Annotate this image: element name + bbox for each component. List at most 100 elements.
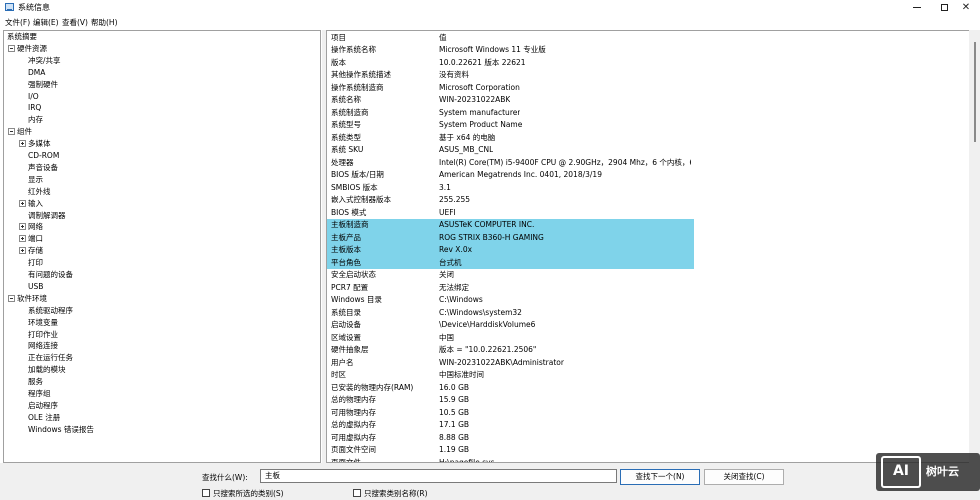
menu-file[interactable]: 文件(F) xyxy=(5,17,30,28)
tree-item-label: 软件环境 xyxy=(17,293,47,303)
item-cell: 系统制造商 xyxy=(331,107,369,117)
find-input[interactable]: 主板 xyxy=(260,469,617,483)
value-cell: 中国标准时间 xyxy=(439,370,484,379)
table-row[interactable]: 系统类型 基于 x64 的电脑 xyxy=(327,132,980,145)
close-find-button[interactable]: 关闭查找(C) xyxy=(704,469,784,485)
table-row[interactable]: 操作系统制造商 Microsoft Corporation xyxy=(327,82,980,95)
table-row[interactable]: 安全启动状态 关闭 xyxy=(327,269,980,282)
expand-icon[interactable] xyxy=(19,247,26,255)
expand-icon[interactable] xyxy=(19,140,26,148)
value-cell: 15.9 GB xyxy=(439,395,470,404)
item-cell: 主板版本 xyxy=(331,245,361,254)
table-row[interactable]: 可用物理内存 10.5 GB xyxy=(327,407,980,420)
value-cell: \Device\HarddiskVolume6 xyxy=(439,320,536,329)
table-row[interactable]: 总的虚拟内存 17.1 GB xyxy=(327,419,980,432)
table-row[interactable]: 系统型号 System Product Name xyxy=(327,119,980,132)
search-names-checkbox[interactable] xyxy=(353,489,361,497)
item-cell: 硬件抽象层 xyxy=(331,345,369,354)
value-cell: American Megatrends Inc. 0401, 2018/3/19 xyxy=(439,170,602,179)
table-row[interactable]: 总的物理内存 15.9 GB xyxy=(327,394,980,407)
tree-item-label: 组件 xyxy=(17,127,32,137)
item-cell: 系统型号 xyxy=(331,120,361,129)
column-header-value[interactable]: 值 xyxy=(439,32,447,44)
table-row[interactable]: 操作系统名称 Microsoft Windows 11 专业版 xyxy=(327,44,980,57)
close-button[interactable]: ✕ xyxy=(952,0,980,15)
tree-item-label: 调制解调器 xyxy=(28,210,66,220)
tree-item-label: 系统驱动程序 xyxy=(28,305,73,315)
table-row[interactable]: 主板产品 ROG STRIX B360-H GAMING xyxy=(327,231,980,244)
table-row[interactable]: 硬件抽象层 版本 = "10.0.22621.2506" xyxy=(327,344,980,357)
value-cell: 基于 x64 的电脑 xyxy=(439,132,496,142)
table-row[interactable]: 版本 10.0.22621 版本 22621 xyxy=(327,57,980,70)
value-cell: 10.5 GB xyxy=(439,407,470,417)
value-cell: 无法绑定 xyxy=(439,282,469,292)
table-row[interactable]: 系统名称 WIN-20231022ABK xyxy=(327,94,980,107)
value-cell: 17.1 GB xyxy=(439,420,470,429)
search-selected-label: 只搜索所选的类别(S) xyxy=(213,489,284,498)
table-row[interactable]: BIOS 模式 UEFI xyxy=(327,207,980,220)
table-row[interactable]: 主板版本 Rev X.0x xyxy=(327,244,980,257)
table-row[interactable]: 系统目录 C:\Windows\system32 xyxy=(327,307,980,320)
item-cell: Windows 目录 xyxy=(331,295,382,304)
title-bar: 系统信息 ✕ xyxy=(0,0,980,15)
collapse-icon[interactable] xyxy=(8,128,15,136)
menu-help[interactable]: 帮助(H) xyxy=(91,17,118,28)
item-cell: 系统类型 xyxy=(331,132,361,142)
table-row[interactable]: 平台角色 台式机 xyxy=(327,256,980,269)
value-cell: 中国 xyxy=(439,332,454,342)
tree-item-label: 打印作业 xyxy=(28,329,58,339)
details-table[interactable]: 项目 值 操作系统名称 Microsoft Windows 11 专业版版本 10.… xyxy=(326,30,980,463)
tree-item-label: IRQ xyxy=(28,103,42,113)
value-cell: WIN-20231022ABK\Administrator xyxy=(439,357,564,367)
close-icon: ✕ xyxy=(961,1,971,13)
table-row[interactable]: 区域设置 中国 xyxy=(327,332,980,345)
table-row[interactable]: SMBIOS 版本 3.1 xyxy=(327,182,980,195)
value-cell: System manufacturer xyxy=(439,107,521,117)
tree-item-label: 服务 xyxy=(28,377,43,387)
table-row[interactable]: 可用虚拟内存 8.88 GB xyxy=(327,432,980,445)
category-tree[interactable]: 系统摘要 硬件资源 冲突/共享 DMA 强制硬件 I/O IRQ 内存 组件 多媒体 CD-ROM 声… xyxy=(3,30,321,463)
tree-item-label: 冲突/共享 xyxy=(28,55,61,65)
table-row[interactable]: 时区 中国标准时间 xyxy=(327,369,980,382)
tree-item-label: CD-ROM xyxy=(28,151,60,160)
collapse-icon[interactable] xyxy=(8,44,15,52)
item-cell: 操作系统名称 xyxy=(331,45,376,54)
expand-icon[interactable] xyxy=(19,199,26,207)
item-cell: SMBIOS 版本 xyxy=(331,182,378,192)
column-header-item[interactable]: 项目 xyxy=(331,32,346,44)
table-row[interactable]: PCR7 配置 无法绑定 xyxy=(327,282,980,295)
table-row[interactable]: 系统制造商 System manufacturer xyxy=(327,107,980,120)
row-highlight xyxy=(327,256,694,269)
item-cell: 平台角色 xyxy=(331,257,361,267)
table-row[interactable]: 用户名 WIN-20231022ABK\Administrator xyxy=(327,357,980,370)
value-cell: Microsoft Windows 11 专业版 xyxy=(439,45,546,54)
menu-view[interactable]: 查看(V) xyxy=(62,17,88,28)
table-row[interactable]: BIOS 版本/日期 American Megatrends Inc. 0401,… xyxy=(327,169,980,182)
item-cell: 可用虚拟内存 xyxy=(331,432,376,442)
item-cell: 系统 SKU xyxy=(331,145,364,154)
table-row[interactable]: 主板制造商 ASUSTeK COMPUTER INC. xyxy=(327,219,980,232)
expand-icon[interactable] xyxy=(19,223,26,231)
search-selected-checkbox[interactable] xyxy=(202,489,210,497)
tree-item-label: OLE 注册 xyxy=(28,412,61,422)
table-row[interactable]: 系统 SKU ASUS_MB_CNL xyxy=(327,144,980,157)
table-row[interactable]: 启动设备 \Device\HarddiskVolume6 xyxy=(327,319,980,332)
table-row[interactable]: 嵌入式控制器版本 255.255 xyxy=(327,194,980,207)
value-cell: Microsoft Corporation xyxy=(439,82,520,92)
expand-icon[interactable] xyxy=(19,235,26,243)
tree-item-label: Windows 错误报告 xyxy=(28,424,94,434)
table-row[interactable]: 处理器 Intel(R) Core(TM) i5-9400F CPU @ 2.90… xyxy=(327,157,980,170)
item-cell: BIOS 模式 xyxy=(331,207,367,217)
menu-edit[interactable]: 编辑(E) xyxy=(33,17,59,28)
item-cell: 版本 xyxy=(331,57,346,67)
table-row[interactable]: 已安装的物理内存(RAM) 16.0 GB xyxy=(327,382,980,395)
table-row[interactable]: Windows 目录 C:\Windows xyxy=(327,294,980,307)
minimize-button[interactable] xyxy=(903,0,931,15)
value-cell: 10.0.22621 版本 22621 xyxy=(439,57,526,67)
value-cell: UEFI xyxy=(439,207,456,217)
table-row[interactable]: 其他操作系统描述 没有资料 xyxy=(327,69,980,82)
scrollbar-thumb[interactable] xyxy=(974,42,976,142)
find-next-button[interactable]: 查找下一个(N) xyxy=(620,469,700,485)
collapse-icon[interactable] xyxy=(8,294,15,302)
value-cell: 1.19 GB xyxy=(439,445,470,454)
